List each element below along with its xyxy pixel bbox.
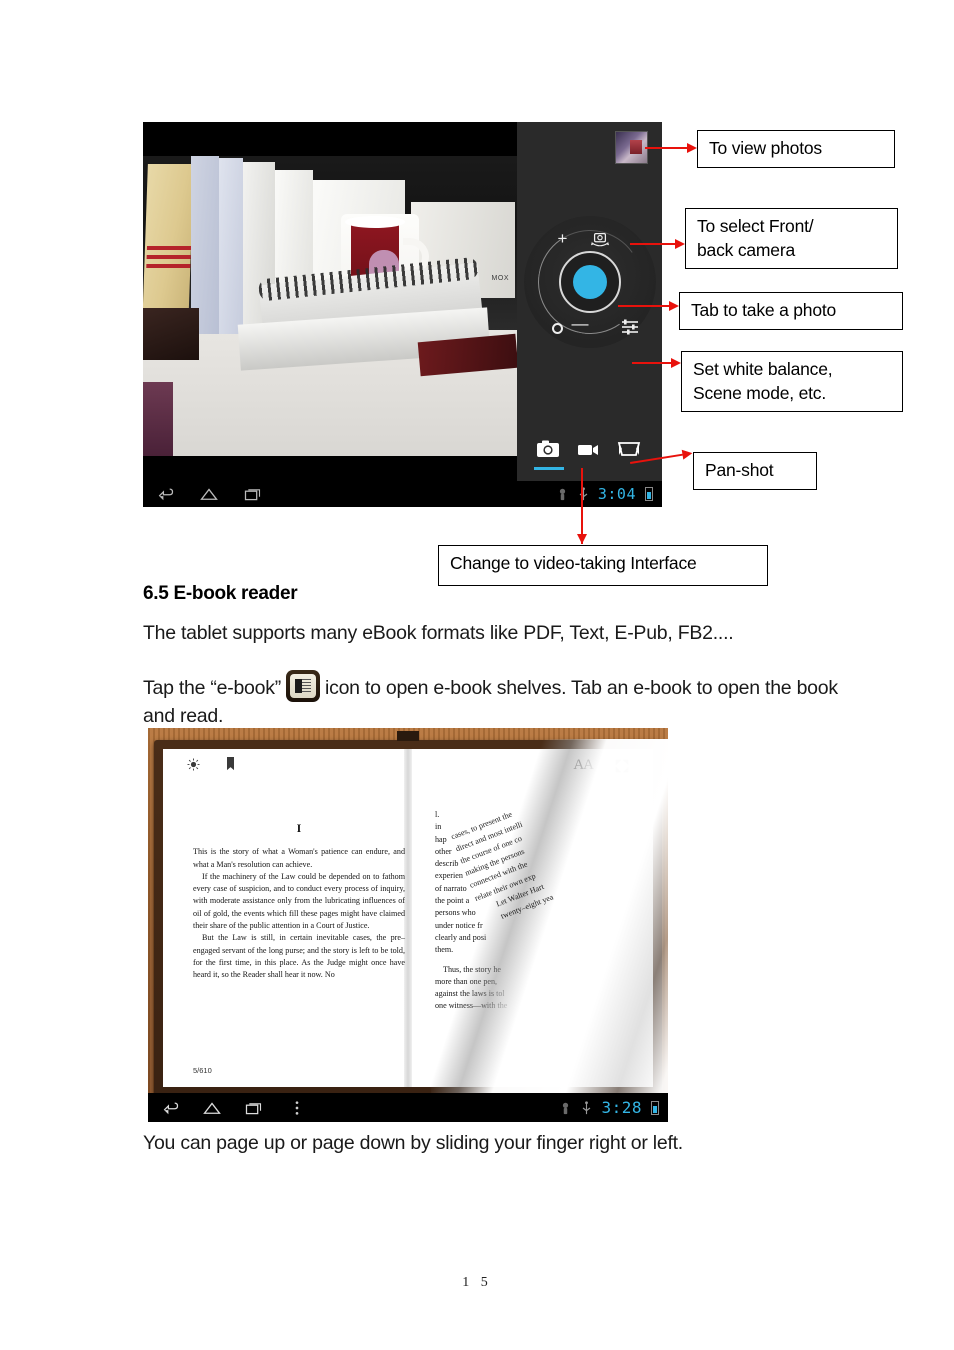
android-navigation-bar bbox=[148, 1100, 300, 1116]
home-icon[interactable] bbox=[200, 487, 218, 501]
reader-toolbar: AA bbox=[163, 755, 653, 781]
camera-control-dial[interactable]: + — bbox=[523, 216, 656, 348]
text-fragment: hap bbox=[435, 834, 447, 844]
callout-to-view-photos: To view photos bbox=[697, 130, 895, 168]
text-fragment: experien bbox=[435, 871, 463, 881]
text-fragment: the point a bbox=[435, 896, 470, 906]
paragraph-formats: The tablet supports many eBook formats l… bbox=[143, 622, 734, 644]
menu-icon[interactable] bbox=[294, 1100, 300, 1116]
document-page-number: 1 5 bbox=[462, 1275, 492, 1290]
callout-text-line2: Scene mode, etc. bbox=[693, 382, 826, 403]
text-fragment: persons who bbox=[435, 908, 476, 918]
ebook-status-bar: 3:28 bbox=[148, 1093, 668, 1122]
callout-text: To view photos bbox=[709, 138, 822, 158]
callout-pan-shot: Pan-shot bbox=[693, 452, 817, 490]
camera-app-screenshot: MOX + — 3:04 bbox=[143, 122, 662, 507]
scene-blue-book-2 bbox=[219, 158, 243, 334]
text-fragment: one witness—with the bbox=[435, 1001, 508, 1011]
text-fragment: l. bbox=[435, 810, 440, 819]
book-paragraph: This is the story of what a Woman's pati… bbox=[193, 847, 405, 869]
battery-icon bbox=[645, 487, 653, 501]
camera-status-bar: 3:04 bbox=[517, 481, 662, 507]
callout-front-back-camera: To select Front/ back camera bbox=[685, 208, 898, 270]
text-fragment: Thus, the story he bbox=[443, 964, 501, 974]
callout-tab-to-take-photo: Tab to take a photo bbox=[679, 292, 903, 330]
scene-bookend bbox=[143, 308, 199, 360]
book-paragraph: If the machinery of the Law could be dep… bbox=[193, 871, 405, 931]
callout-text-line1: To select Front/ bbox=[697, 216, 814, 236]
paragraph-text-before-icon: Tap the “e-book” bbox=[143, 677, 281, 699]
e-book-icon bbox=[286, 670, 320, 702]
scene-left-edge bbox=[143, 382, 173, 456]
battery-icon bbox=[651, 1100, 659, 1115]
font-size-aa-icon[interactable]: AA bbox=[573, 757, 594, 774]
scene-red-book bbox=[417, 333, 517, 377]
camera-controls-panel: + — 3:04 bbox=[517, 122, 662, 507]
photo-thumbnail-button[interactable] bbox=[615, 131, 648, 164]
settings-sliders-icon[interactable] bbox=[620, 318, 640, 336]
scene-mug-rim bbox=[345, 216, 405, 228]
status-clock: 3:28 bbox=[601, 1098, 642, 1117]
book-paragraph: But the Law is still, in certain inevita… bbox=[193, 933, 405, 980]
back-icon[interactable] bbox=[162, 1101, 179, 1115]
zoom-out-label[interactable]: — bbox=[572, 315, 589, 332]
switch-camera-icon[interactable] bbox=[590, 230, 610, 248]
screenshot-icon[interactable] bbox=[559, 1101, 572, 1115]
book-frame: AA I This is the story of what a Woman's… bbox=[154, 731, 668, 1122]
usb-icon bbox=[583, 1100, 591, 1114]
callout-text: Tab to take a photo bbox=[691, 300, 837, 320]
callout-white-balance: Set white balance, Scene mode, etc. bbox=[681, 351, 903, 413]
fullscreen-icon[interactable] bbox=[615, 759, 629, 773]
zoom-in-label[interactable]: + bbox=[558, 230, 568, 247]
home-icon[interactable] bbox=[203, 1101, 221, 1115]
zoom-indicator-dot bbox=[551, 323, 563, 334]
status-clock: 3:04 bbox=[597, 485, 636, 503]
text-fragment: them. bbox=[435, 945, 454, 955]
chapter-heading: I bbox=[296, 821, 302, 835]
callout-text: Pan-shot bbox=[705, 460, 774, 480]
book-spine-top bbox=[397, 731, 419, 741]
mode-panorama-button[interactable] bbox=[617, 439, 643, 461]
ebook-status-icons: 3:28 bbox=[559, 1098, 668, 1117]
paragraph-page-swipe: You can page up or page down by sliding … bbox=[143, 1132, 683, 1154]
left-page-text: I This is the story of what a Woman's pa… bbox=[193, 819, 405, 982]
page-gutter bbox=[404, 749, 412, 1087]
callout-text-line1: Set white balance, bbox=[693, 359, 833, 379]
bookmark-icon[interactable] bbox=[226, 757, 235, 771]
callout-change-to-video: Change to video-taking Interface bbox=[438, 545, 768, 586]
text-fragment: clearly and posi bbox=[435, 932, 487, 942]
scene-box-label: MOX bbox=[491, 275, 509, 282]
callout-text: Change to video-taking Interface bbox=[450, 553, 697, 573]
ebook-reader-screenshot: AA I This is the story of what a Woman's… bbox=[148, 728, 668, 1122]
text-fragment: under notice fr bbox=[435, 920, 483, 930]
callout-text-line2: back camera bbox=[697, 239, 795, 260]
book-pages[interactable]: AA I This is the story of what a Woman's… bbox=[163, 739, 668, 1122]
text-fragment: describ bbox=[435, 859, 459, 869]
back-icon[interactable] bbox=[157, 487, 174, 501]
shutter-button[interactable] bbox=[572, 265, 607, 299]
text-fragment: in bbox=[435, 822, 442, 832]
paragraph-open-ebook: Tap the “e-book” icon to open e-book shel… bbox=[143, 670, 843, 730]
brightness-icon[interactable] bbox=[187, 757, 200, 771]
scene-yellow-book bbox=[143, 164, 194, 330]
page-title: 6.5 E-book reader bbox=[143, 583, 298, 604]
android-navigation-bar bbox=[143, 481, 517, 507]
screenshot-icon[interactable] bbox=[556, 487, 569, 501]
usb-icon bbox=[579, 487, 588, 501]
mode-video-button[interactable] bbox=[576, 439, 602, 461]
text-fragment: other bbox=[435, 846, 452, 856]
recents-icon[interactable] bbox=[245, 1101, 262, 1115]
mode-photo-button[interactable] bbox=[534, 439, 565, 470]
text-fragment: against the laws is tol bbox=[435, 989, 505, 999]
text-fragment: more than one pen, bbox=[435, 976, 498, 986]
page-indicator: 5/610 bbox=[193, 1066, 212, 1075]
viewfinder-scene-photo: MOX bbox=[143, 156, 517, 456]
recents-icon[interactable] bbox=[244, 487, 261, 501]
text-fragment: of narrato bbox=[435, 883, 467, 893]
camera-viewfinder[interactable]: MOX bbox=[143, 122, 517, 507]
right-page-text: l. in hap other describ experien of narr… bbox=[435, 809, 553, 1013]
